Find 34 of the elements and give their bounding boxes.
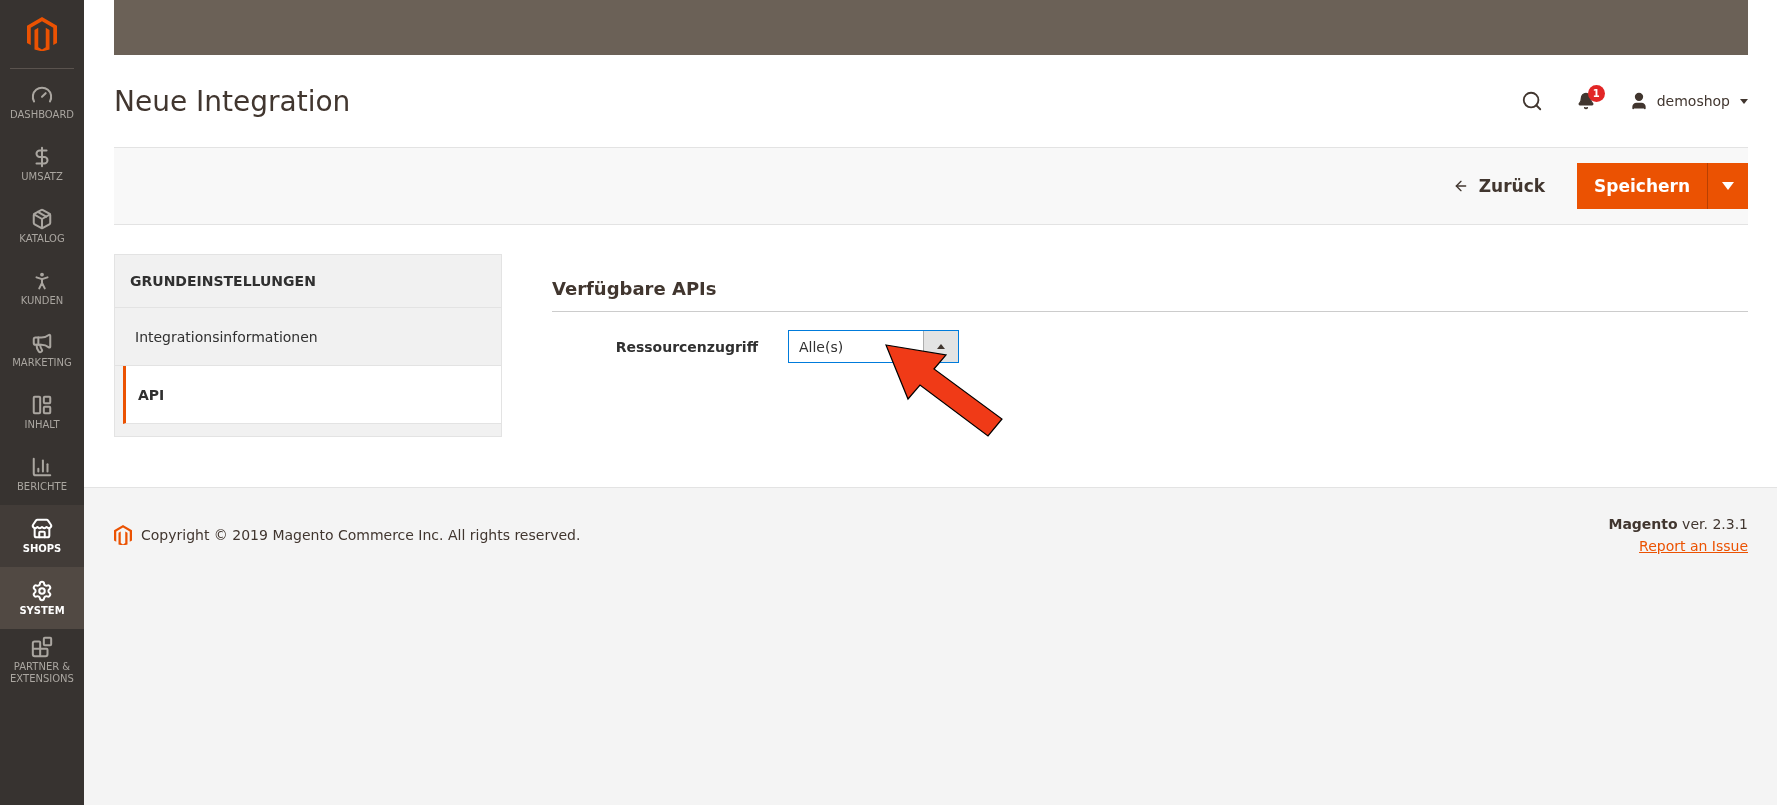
store-icon xyxy=(31,517,53,540)
megaphone-icon xyxy=(31,331,53,354)
back-button[interactable]: Zurück xyxy=(1446,175,1552,197)
nav-item[interactable]: UMSATZ xyxy=(0,133,84,195)
nav-item[interactable]: PARTNER & EXTENSIONS xyxy=(0,629,84,691)
nav-item[interactable]: SYSTEM xyxy=(0,567,84,629)
nav-item[interactable]: KATALOG xyxy=(0,195,84,257)
save-options-button[interactable] xyxy=(1707,163,1748,209)
nav-item[interactable]: MARKETING xyxy=(0,319,84,381)
bar-chart-icon xyxy=(31,455,53,478)
blocks-icon xyxy=(31,635,53,658)
user-menu[interactable]: demoshop xyxy=(1628,91,1748,111)
nav-item[interactable]: INHALT xyxy=(0,381,84,443)
copyright-text: Copyright © 2019 Magento Commerce Inc. All rights reserved. xyxy=(141,527,581,543)
save-button[interactable]: Speichern xyxy=(1577,163,1707,209)
caret-icon xyxy=(1722,182,1734,190)
bell-icon[interactable] xyxy=(1576,92,1595,110)
nav-item[interactable]: SHOPS xyxy=(0,505,84,567)
logo-icon xyxy=(114,524,132,546)
nav-item[interactable]: KUNDEN xyxy=(0,257,84,319)
box-icon xyxy=(31,207,53,230)
settings-icon xyxy=(31,579,53,602)
logo-icon xyxy=(27,16,57,52)
layout-icon xyxy=(31,393,53,416)
report-issue-link[interactable]: Report an Issue xyxy=(1639,538,1748,554)
nav-item[interactable]: BERICHTE xyxy=(0,443,84,505)
section-title: Verfügbare APIs xyxy=(552,278,1748,312)
tab[interactable]: API xyxy=(123,366,501,424)
nav-item[interactable]: DASHBOARD xyxy=(0,71,84,133)
version-text: Magento ver. 2.3.1 xyxy=(1608,516,1748,532)
page-title: Neue Integration xyxy=(114,84,352,118)
caret-icon xyxy=(1740,98,1748,104)
field-label: Ressourcenzugriff xyxy=(614,338,760,355)
search-icon[interactable] xyxy=(1520,90,1543,112)
